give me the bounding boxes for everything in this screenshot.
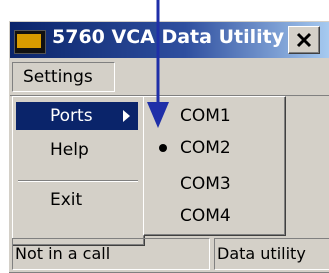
app-window-icon xyxy=(14,30,46,54)
menu-item-help[interactable]: Help xyxy=(16,136,138,164)
submenu-arrow-icon xyxy=(123,110,130,122)
submenu-item-label: COM2 xyxy=(180,138,231,158)
status-call: Not in a call xyxy=(12,238,210,270)
submenu-item-label: COM3 xyxy=(180,174,231,194)
menu-separator xyxy=(18,180,138,182)
window-title: 5760 VCA Data Utility xyxy=(52,26,285,48)
submenu-item-label: COM4 xyxy=(180,206,231,226)
status-app: Data utility xyxy=(214,238,329,270)
radio-dot-icon xyxy=(159,144,167,152)
menu-settings[interactable]: Settings xyxy=(12,62,115,92)
menu-item-ports[interactable]: Ports xyxy=(16,102,138,130)
menu-item-label: Exit xyxy=(50,190,83,210)
menu-item-exit[interactable]: Exit xyxy=(16,186,138,214)
close-icon xyxy=(296,32,312,48)
submenu-item-label: COM1 xyxy=(180,106,231,126)
submenu-item-com1[interactable]: COM1 xyxy=(146,100,282,132)
submenu-item-com3[interactable]: COM3 xyxy=(146,168,282,200)
close-button[interactable] xyxy=(288,26,320,54)
menu-item-label: Help xyxy=(50,140,89,160)
menu-item-label: Ports xyxy=(50,106,93,126)
submenu-item-com2[interactable]: COM2 xyxy=(146,132,282,164)
submenu-item-com4[interactable]: COM4 xyxy=(146,200,282,232)
